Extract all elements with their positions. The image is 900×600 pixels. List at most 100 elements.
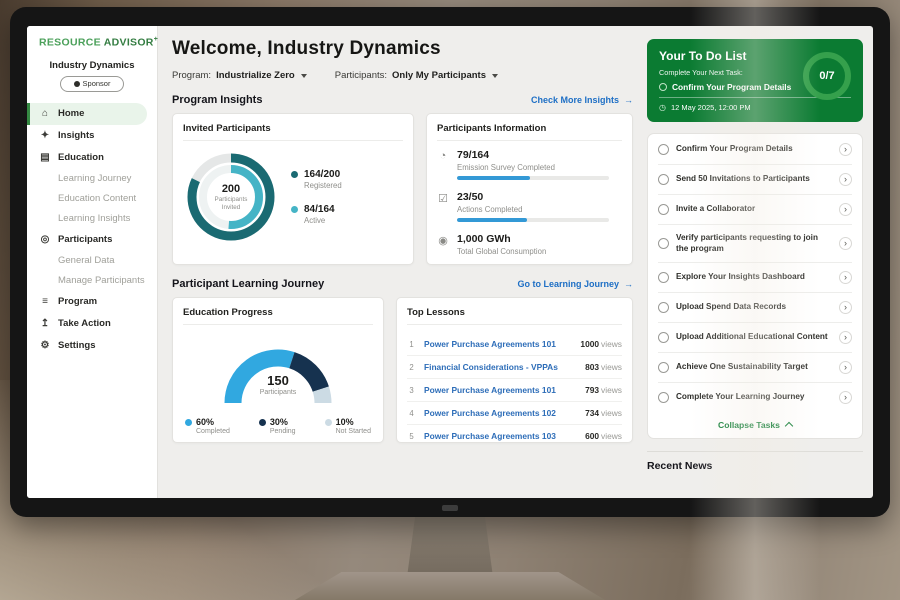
- book-icon: [39, 152, 51, 163]
- participants-filter[interactable]: Participants: Only My Participants: [335, 70, 498, 81]
- lesson-row: 2 Financial Considerations - VPPAs 803vi…: [407, 356, 622, 379]
- legend-value: 10%: [336, 417, 371, 427]
- chevron-right-icon[interactable]: [839, 271, 852, 284]
- task-item[interactable]: Complete Your Learning Journey: [658, 383, 852, 412]
- checklist-icon: [437, 192, 449, 222]
- sidebar-item-learning-journey[interactable]: Learning Journey: [27, 169, 157, 189]
- task-checkbox[interactable]: [658, 144, 669, 155]
- upload-icon: [39, 318, 51, 329]
- donut-center-label: Participants Invited: [209, 196, 253, 212]
- chevron-right-icon[interactable]: [839, 391, 852, 404]
- task-checkbox[interactable]: [658, 302, 669, 313]
- task-checkbox[interactable]: [658, 272, 669, 283]
- task-label: Upload Spend Data Records: [676, 302, 832, 313]
- monitor-logo: [442, 505, 458, 511]
- task-label: Send 50 Invitations to Participants: [676, 174, 832, 185]
- legend-dot: [291, 171, 298, 178]
- section-title: Participant Learning Journey: [172, 278, 324, 290]
- sidebar-item-label: Participants: [58, 234, 112, 245]
- home-icon: [39, 108, 51, 119]
- todo-summary-card: Your To Do List Complete Your Next Task:…: [647, 39, 863, 122]
- task-label: Explore Your Insights Dashboard: [676, 272, 832, 283]
- collapse-tasks-button[interactable]: Collapse Tasks: [658, 412, 852, 437]
- lesson-link[interactable]: Power Purchase Agreements 103: [424, 431, 577, 441]
- org-name: Industry Dynamics: [27, 60, 157, 71]
- room-background: RESOURCE ADVISOR+ Industry Dynamics Spon…: [0, 0, 900, 600]
- task-item[interactable]: Confirm Your Program Details: [658, 135, 852, 165]
- info-value: 1,000 GWh: [457, 233, 622, 245]
- legend-value: 84/164: [304, 204, 335, 215]
- task-checkbox[interactable]: [658, 204, 669, 215]
- chevron-right-icon[interactable]: [839, 331, 852, 344]
- legend-item: 60% Completed: [185, 417, 230, 435]
- task-item[interactable]: Invite a Collaborator: [658, 195, 852, 225]
- invited-donut-chart: 200 Participants Invited: [183, 149, 279, 245]
- legend-label: Pending: [270, 428, 296, 435]
- sidebar-item-label: Education Content: [58, 193, 136, 204]
- task-item[interactable]: Explore Your Insights Dashboard: [658, 263, 852, 293]
- monitor-stand-neck: [407, 513, 493, 577]
- card-title: Participants Information: [437, 123, 622, 141]
- chevron-right-icon[interactable]: [839, 301, 852, 314]
- lesson-rank: 2: [407, 363, 416, 372]
- sidebar-item-learning-insights[interactable]: Learning Insights: [27, 209, 157, 229]
- go-to-learning-journey-link[interactable]: Go to Learning Journey: [517, 279, 633, 289]
- sidebar-item-label: General Data: [58, 255, 115, 266]
- program-filter-value: Industrialize Zero: [216, 70, 295, 81]
- chevron-right-icon[interactable]: [839, 203, 852, 216]
- sidebar-item-education-content[interactable]: Education Content: [27, 189, 157, 209]
- task-label: Invite a Collaborator: [676, 204, 832, 215]
- program-filter[interactable]: Program: Industrialize Zero: [172, 70, 307, 81]
- task-checkbox[interactable]: [658, 238, 669, 249]
- lesson-views: 803: [585, 362, 599, 372]
- sidebar-item-home[interactable]: Home: [27, 103, 147, 125]
- program-insights-header: Program Insights Check More Insights: [172, 94, 633, 106]
- list-icon: [39, 296, 51, 307]
- sidebar-item-program[interactable]: Program: [27, 291, 157, 313]
- task-item[interactable]: Send 50 Invitations to Participants: [658, 165, 852, 195]
- gauge-legend: 60% Completed 30% Pending: [183, 417, 373, 435]
- recent-news-title: Recent News: [647, 451, 863, 472]
- sidebar-item-label: Manage Participants: [58, 275, 145, 286]
- chevron-right-icon[interactable]: [839, 237, 852, 250]
- task-item[interactable]: Upload Spend Data Records: [658, 293, 852, 323]
- learning-journey-header: Participant Learning Journey Go to Learn…: [172, 278, 633, 290]
- sidebar-item-education[interactable]: Education: [27, 147, 157, 169]
- sidebar-item-participants[interactable]: Participants: [27, 229, 157, 251]
- chevron-right-icon[interactable]: [839, 173, 852, 186]
- task-checkbox[interactable]: [658, 332, 669, 343]
- card-title: Top Lessons: [407, 307, 622, 325]
- sidebar-item-take-action[interactable]: Take Action: [27, 313, 157, 335]
- chevron-right-icon[interactable]: [839, 143, 852, 156]
- task-label: Upload Additional Educational Content: [676, 332, 832, 343]
- info-value: 79/164: [457, 149, 622, 161]
- todo-progress-ring: 0/7: [801, 50, 853, 102]
- gauge-center-value: 150: [208, 373, 348, 388]
- check-more-insights-link[interactable]: Check More Insights: [531, 95, 633, 105]
- lesson-link[interactable]: Financial Considerations - VPPAs: [424, 362, 577, 372]
- info-label: Actions Completed: [457, 205, 622, 214]
- participants-filter-label: Participants:: [335, 70, 387, 81]
- task-item[interactable]: Upload Additional Educational Content: [658, 323, 852, 353]
- task-item[interactable]: Achieve One Sustainability Target: [658, 353, 852, 383]
- chevron-right-icon[interactable]: [839, 361, 852, 374]
- lesson-link[interactable]: Power Purchase Agreements 101: [424, 385, 577, 395]
- task-checkbox[interactable]: [658, 362, 669, 373]
- sidebar-item-insights[interactable]: Insights: [27, 125, 157, 147]
- lesson-rank: 3: [407, 386, 416, 395]
- donut-center-value: 200: [222, 183, 240, 195]
- collapse-tasks-label: Collapse Tasks: [718, 420, 780, 430]
- todo-progress-value: 0/7: [801, 50, 853, 102]
- task-item[interactable]: Verify participants requesting to join t…: [658, 225, 852, 263]
- lesson-link[interactable]: Power Purchase Agreements 102: [424, 408, 577, 418]
- lesson-link[interactable]: Power Purchase Agreements 101: [424, 339, 572, 349]
- task-checkbox[interactable]: [658, 392, 669, 403]
- todo-due-label: 12 May 2025, 12:00 PM: [671, 103, 751, 112]
- lightbulb-icon: [39, 130, 51, 141]
- sidebar-item-general-data[interactable]: General Data: [27, 251, 157, 271]
- task-checkbox[interactable]: [658, 174, 669, 185]
- tasks-list-card: Confirm Your Program Details Send 50 Inv…: [647, 133, 863, 439]
- legend-item: 84/164 Active: [291, 204, 342, 225]
- sidebar-item-settings[interactable]: Settings: [27, 335, 157, 357]
- sidebar-item-manage-participants[interactable]: Manage Participants: [27, 271, 157, 291]
